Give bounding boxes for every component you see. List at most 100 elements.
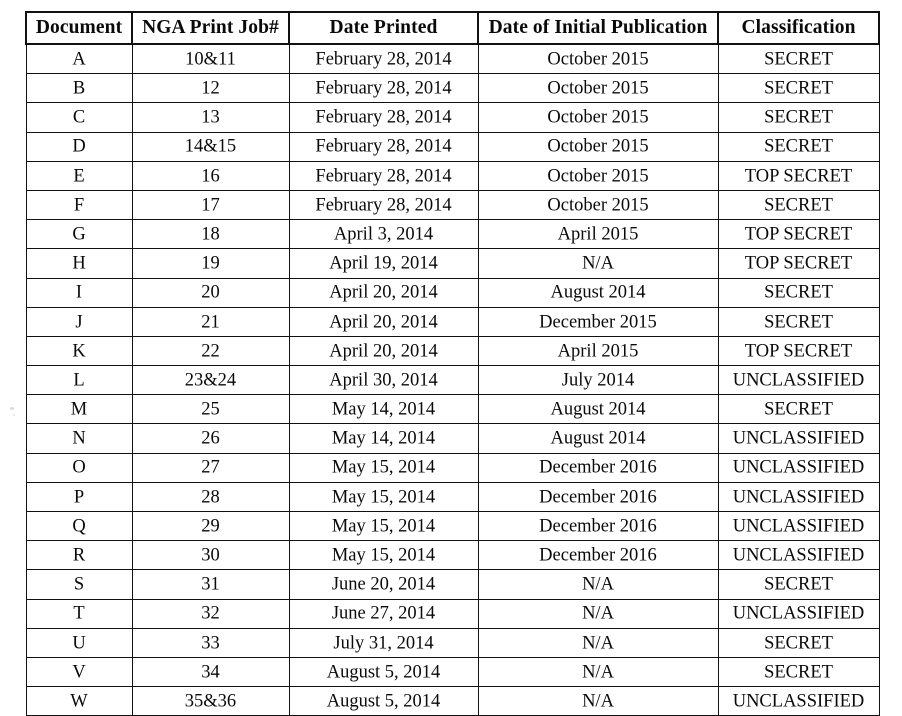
column-header-document: Document [25,11,133,45]
cell-date-printed-text: May 14, 2014 [331,428,436,449]
cell-date-printed-text: August 5, 2014 [326,662,441,683]
cell-classification: SECRET [717,189,880,221]
cell-date-of-initial-publication-text: N/A [582,633,614,654]
cell-document-text: U [72,633,86,654]
cell-classification-text: SECRET [764,136,833,157]
cell-classification: SECRET [717,43,880,75]
cell-classification-text: SECRET [764,78,833,99]
cell-nga-print-job: 10&11 [131,43,290,75]
cell-document-text: G [72,224,86,245]
cell-date-of-initial-publication-text: October 2015 [547,136,649,157]
cell-document-text: J [75,312,83,333]
cell-date-of-initial-publication: October 2015 [477,43,719,75]
cell-document-text: R [72,545,86,566]
cell-nga-print-job-text: 17 [201,195,220,216]
cell-nga-print-job-text: 14&15 [184,136,237,157]
cell-document: K [25,335,133,367]
table-row: R 30 May 15, 2014 December 2016 UNCLASSIFIED [25,540,880,571]
cell-nga-print-job: 18 [131,219,290,250]
cell-nga-print-job: 23&24 [131,365,290,396]
cell-date-of-initial-publication-text: April 2015 [557,224,639,245]
cell-nga-print-job-text: 28 [201,487,220,508]
cell-date-printed-text: August 5, 2014 [326,691,441,712]
cell-document-text: V [72,662,86,683]
cell-date-of-initial-publication-text: April 2015 [557,341,639,362]
cell-date-printed: August 5, 2014 [288,686,479,716]
cell-classification-text: SECRET [764,662,833,683]
column-header-nga-print-job: NGA Print Job# [131,11,290,45]
cell-document-text: B [72,78,86,99]
table-row: H 19 April 19, 2014 N/A TOP SECRET [25,248,880,279]
cell-date-printed-text: February 28, 2014 [315,107,452,128]
cell-date-printed: May 15, 2014 [288,481,479,513]
cell-date-of-initial-publication-text: August 2014 [550,282,646,303]
cell-date-of-initial-publication: April 2015 [477,219,719,250]
cell-nga-print-job: 12 [131,73,290,104]
cell-nga-print-job-text: 23&24 [184,370,237,391]
cell-date-printed-text: April 19, 2014 [329,253,438,274]
cell-nga-print-job: 14&15 [131,131,290,162]
table-row: S 31 June 20, 2014 N/A SECRET [25,569,880,600]
table-header-row: Document NGA Print Job# Date Printed Dat… [25,11,880,45]
cell-classification-text: UNCLASSIFIED [732,603,865,624]
cell-date-of-initial-publication: August 2014 [477,394,719,425]
cell-date-printed-text: April 30, 2014 [329,370,438,391]
cell-date-of-initial-publication: December 2016 [477,481,719,513]
cell-document-text: C [72,107,86,128]
cell-date-of-initial-publication-text: October 2015 [547,166,649,187]
cell-date-of-initial-publication: December 2016 [477,540,719,571]
cell-date-of-initial-publication-text: N/A [582,603,614,624]
cell-classification: SECRET [717,102,880,133]
cell-nga-print-job: 35&36 [131,686,290,716]
cell-nga-print-job-text: 12 [201,78,220,99]
cell-date-printed-text: May 15, 2014 [331,545,436,566]
cell-classification: SECRET [717,569,880,600]
table-row: V 34 August 5, 2014 N/A SECRET [25,656,880,688]
cell-document: Q [25,510,133,542]
cell-nga-print-job-text: 34 [201,662,220,683]
cell-document: T [25,598,133,629]
cell-classification-text: TOP SECRET [744,253,853,274]
cell-classification: UNCLASSIFIED [717,510,880,542]
cell-nga-print-job: 32 [131,598,290,629]
cell-date-printed: February 28, 2014 [288,102,479,133]
cell-classification-text: UNCLASSIFIED [732,457,865,478]
table-row: J 21 April 20, 2014 December 2015 SECRET [25,306,880,337]
table-row: F 17 February 28, 2014 October 2015 SECRET [25,189,880,221]
cell-date-printed: August 5, 2014 [288,656,479,688]
cell-nga-print-job-text: 27 [201,457,220,478]
table-row: D 14&15 February 28, 2014 October 2015 SECRE… [25,131,880,162]
cell-nga-print-job: 13 [131,102,290,133]
cell-nga-print-job: 27 [131,452,290,483]
cell-classification-text: UNCLASSIFIED [732,545,865,566]
cell-nga-print-job: 25 [131,394,290,425]
cell-date-of-initial-publication-text: October 2015 [547,107,649,128]
cell-date-printed: February 28, 2014 [288,73,479,104]
cell-classification: UNCLASSIFIED [717,365,880,396]
cell-nga-print-job-text: 20 [201,282,220,303]
cell-date-printed: April 19, 2014 [288,248,479,279]
cell-date-of-initial-publication: N/A [477,686,719,716]
cell-date-printed-text: June 27, 2014 [331,603,436,624]
cell-document: I [25,277,133,308]
cell-classification-text: SECRET [764,107,833,128]
cell-date-of-initial-publication-text: December 2016 [539,487,657,508]
cell-date-printed-text: February 28, 2014 [315,166,452,187]
cell-nga-print-job-text: 22 [201,341,220,362]
cell-classification-text: UNCLASSIFIED [732,691,865,712]
cell-document-text: L [73,370,85,391]
cell-classification: SECRET [717,306,880,337]
cell-date-printed: February 28, 2014 [288,131,479,162]
cell-nga-print-job-text: 32 [201,603,220,624]
cell-date-of-initial-publication-text: N/A [582,691,614,712]
column-header-classification: Classification [717,11,880,45]
cell-document: M [25,394,133,425]
cell-document: N [25,423,133,454]
cell-classification-text: TOP SECRET [744,224,853,245]
cell-date-printed-text: April 20, 2014 [329,341,438,362]
cell-nga-print-job: 16 [131,160,290,191]
cell-nga-print-job-text: 21 [201,312,220,333]
scan-speck [10,407,14,410]
cell-date-of-initial-publication: N/A [477,569,719,600]
cell-classification-text: SECRET [764,633,833,654]
